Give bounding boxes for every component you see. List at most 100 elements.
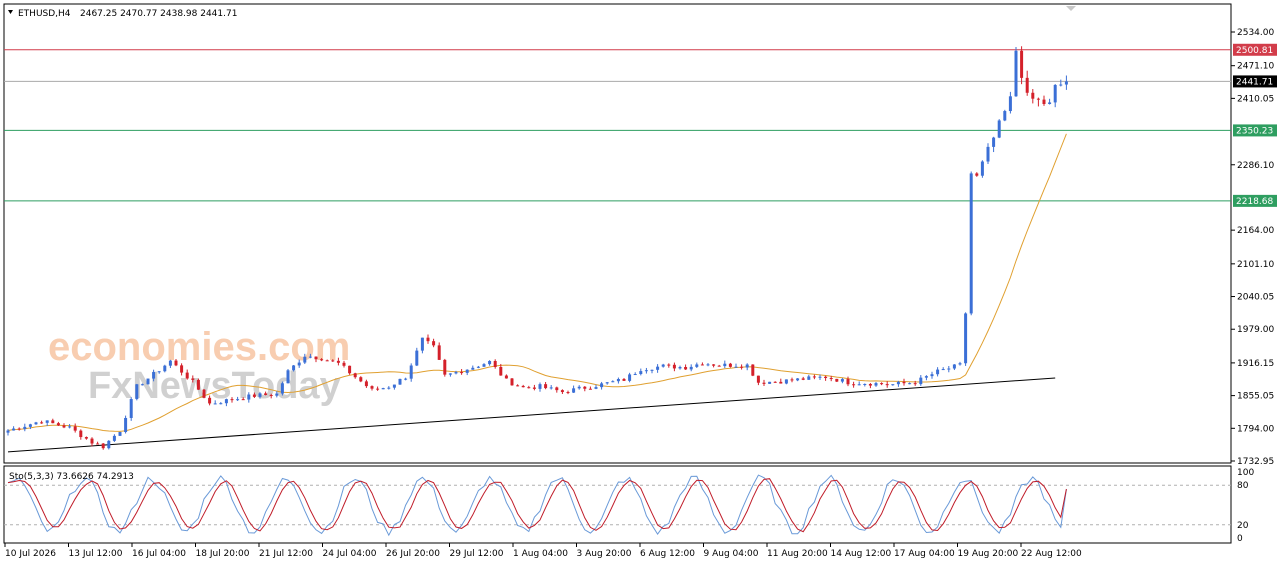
- candle-up: [723, 363, 727, 367]
- candle-up: [857, 384, 861, 386]
- candle-up: [28, 424, 32, 427]
- candle-up: [874, 383, 878, 386]
- candle-up: [476, 366, 480, 368]
- candle-down: [73, 426, 77, 431]
- candle-up: [549, 387, 553, 389]
- candle-down: [174, 360, 178, 366]
- candle-down: [180, 365, 184, 373]
- candle-down: [252, 394, 256, 397]
- candle-down: [342, 362, 346, 366]
- candle-up: [969, 173, 973, 314]
- candle-up: [45, 420, 49, 423]
- candle-down: [801, 378, 805, 380]
- candle-up: [152, 372, 156, 379]
- candle-up: [1059, 84, 1063, 86]
- price-tick-label: 1979.00: [1237, 325, 1274, 335]
- candle-up: [818, 376, 822, 378]
- candle-down: [527, 387, 531, 389]
- candle-down: [566, 392, 570, 394]
- candle-down: [835, 378, 839, 382]
- candle-up: [258, 393, 262, 397]
- candle-down: [583, 386, 587, 389]
- candle-up: [577, 386, 581, 389]
- price-tick-label: 1794.00: [1237, 424, 1274, 434]
- candle-down: [348, 365, 352, 374]
- candle-up: [420, 337, 424, 351]
- candle-up: [964, 313, 968, 364]
- price-chart[interactable]: economies.com FxNewsToday 2500.81 2441.71…: [0, 0, 1280, 567]
- candle-down: [269, 394, 273, 396]
- candle-down: [264, 393, 268, 395]
- candle-down: [437, 345, 441, 360]
- candle-up: [980, 161, 984, 176]
- time-tick-label: 21 Jul 12:00: [259, 549, 313, 559]
- candle-up: [275, 393, 279, 396]
- candle-up: [768, 381, 772, 384]
- candle-down: [516, 385, 520, 387]
- candle-down: [1025, 77, 1029, 93]
- candle-down: [17, 428, 21, 430]
- candle-down: [521, 385, 525, 388]
- time-tick-label: 1 Aug 04:00: [513, 549, 568, 559]
- candle-up: [163, 365, 167, 372]
- candle-up: [633, 374, 637, 376]
- time-tick-label: 3 Aug 20:00: [577, 549, 632, 559]
- price-tick-label: 2164.00: [1237, 226, 1274, 236]
- candle-down: [885, 384, 889, 386]
- candle-up: [168, 360, 172, 366]
- candle-up: [628, 374, 632, 381]
- candle-up: [572, 388, 576, 393]
- candle-up: [292, 365, 296, 371]
- candle-up: [689, 366, 693, 370]
- candle-down: [684, 367, 688, 370]
- level-label: 2350.23: [1236, 126, 1273, 136]
- candle-up: [23, 426, 27, 430]
- candle-down: [880, 383, 884, 385]
- candle-up: [941, 369, 945, 371]
- candle-down: [493, 361, 497, 368]
- candle-down: [79, 430, 83, 438]
- ohlc-label: 2467.25 2470.77 2438.98 2441.71: [80, 9, 237, 19]
- candle-up: [303, 356, 307, 363]
- candle-up: [381, 388, 385, 390]
- candle-down: [773, 381, 777, 383]
- candle-up: [644, 370, 648, 372]
- price-tick-label: 1855.05: [1237, 392, 1274, 402]
- watermark-fxnewstoday: FxNewsToday: [88, 365, 341, 407]
- candle-down: [185, 372, 189, 379]
- candle-down: [101, 443, 105, 449]
- candle-down: [852, 384, 856, 386]
- stochastic-label: Sto(5,3,3) 73.6626 74.2913: [9, 472, 134, 482]
- candle-up: [600, 383, 604, 388]
- candle-up: [784, 379, 788, 384]
- candle-down: [762, 382, 766, 384]
- price-axis: 2534.00 2471.10 2410.05 2286.10 2164.00 2101.…: [1231, 28, 1274, 467]
- candle-up: [891, 384, 895, 386]
- candle-down: [790, 379, 794, 381]
- candle-down: [555, 387, 559, 391]
- candle-up: [930, 374, 934, 377]
- candle-up: [840, 379, 844, 382]
- candle-up: [6, 430, 10, 433]
- candle-up: [706, 364, 710, 366]
- candle-up: [308, 356, 312, 358]
- time-tick-label: 9 Aug 04:00: [704, 549, 759, 559]
- candle-up: [140, 384, 144, 386]
- candle-up: [1003, 111, 1007, 121]
- stoch-tick-label: 20: [1237, 521, 1249, 531]
- candle-up: [1014, 50, 1018, 97]
- price-tick-label: 1732.95: [1237, 457, 1274, 467]
- candle-up: [908, 383, 912, 385]
- candle-down: [824, 376, 828, 379]
- stoch-tick-label: 100: [1237, 468, 1254, 478]
- price-tick-label: 2534.00: [1237, 28, 1274, 38]
- candle-up: [213, 403, 217, 405]
- symbol-label: ETHUSD,H4: [18, 9, 71, 19]
- candle-down: [51, 420, 55, 424]
- candle-down: [913, 383, 917, 385]
- candle-down: [96, 443, 100, 445]
- candle-up: [947, 368, 951, 370]
- candle-down: [779, 381, 783, 384]
- candle-down: [208, 397, 212, 404]
- candle-up: [538, 384, 542, 389]
